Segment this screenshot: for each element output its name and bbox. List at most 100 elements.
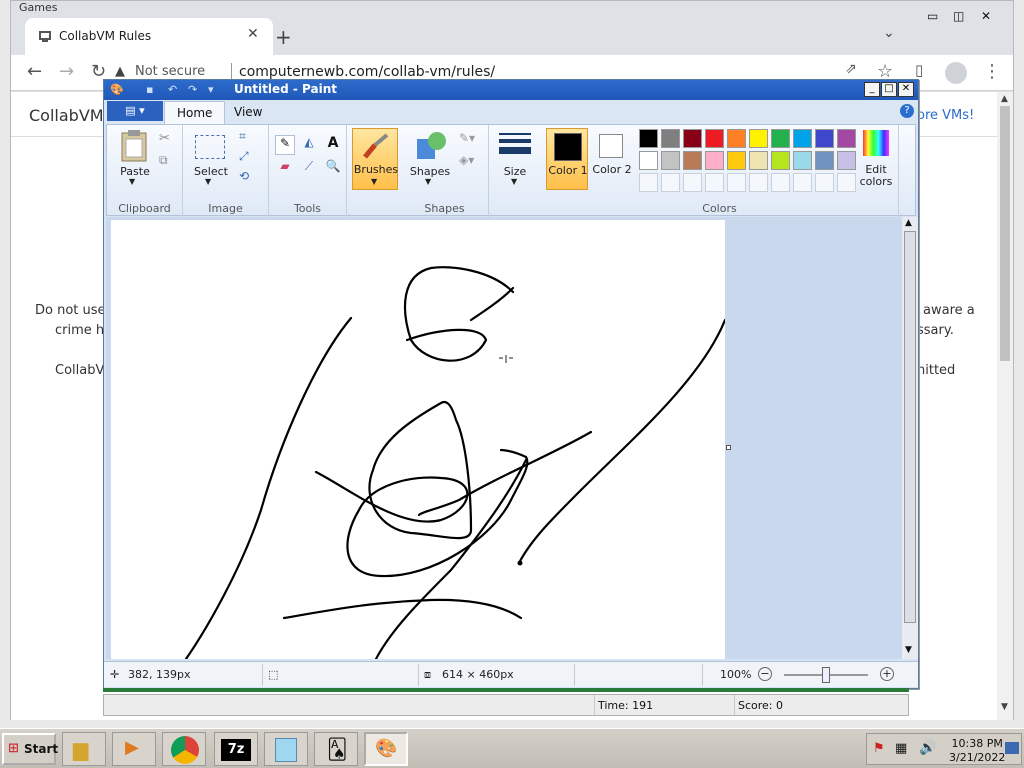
palette-swatch[interactable] [639, 129, 658, 148]
palette-swatch[interactable] [771, 129, 790, 148]
canvas-resize-handle[interactable] [726, 445, 731, 450]
custom-color-slot[interactable] [771, 173, 790, 192]
canvas-vertical-scrollbar[interactable]: ▲ ▼ [902, 217, 918, 659]
color-picker-icon[interactable]: ⟋ [299, 159, 319, 179]
palette-swatch[interactable] [727, 151, 746, 170]
paint-maximize-icon[interactable]: □ [881, 82, 897, 97]
paint-minimize-icon[interactable]: _ [864, 82, 880, 97]
select-dropdown-icon[interactable]: ▼ [205, 177, 211, 186]
paint-close-icon[interactable]: ✕ [898, 82, 914, 97]
network-icon[interactable]: ▦ [895, 741, 907, 756]
custom-color-slot[interactable] [661, 173, 680, 192]
paste-icon[interactable] [119, 129, 149, 163]
undo-icon[interactable]: ↶ [168, 83, 181, 96]
edit-colors-button[interactable]: Edit colors [855, 128, 897, 190]
fill-icon[interactable]: ◭ [299, 135, 319, 155]
7zip-taskbar-button[interactable]: 7z [214, 732, 258, 766]
palette-swatch[interactable] [749, 151, 768, 170]
cut-icon[interactable]: ✂ [159, 131, 170, 146]
palette-swatch[interactable] [815, 129, 834, 148]
restore-icon[interactable]: ◫ [953, 9, 964, 23]
back-icon[interactable]: ← [27, 61, 42, 82]
explorer-taskbar-button[interactable]: ▆ [62, 732, 106, 766]
paint-taskbar-button[interactable]: 🎨 [364, 732, 408, 766]
custom-color-slot[interactable] [815, 173, 834, 192]
customize-quick-access-icon[interactable]: ▾ [208, 83, 221, 96]
clock[interactable]: 10:38 PM 3/21/2022 [949, 737, 1005, 765]
help-icon[interactable]: ? [900, 104, 914, 118]
custom-color-slot[interactable] [705, 173, 724, 192]
magnifier-icon[interactable]: 🔍 [323, 159, 343, 179]
page-scrollbar[interactable]: ▲ ▼ [997, 92, 1013, 720]
new-tab-icon[interactable]: + [275, 25, 292, 49]
palette-swatch[interactable] [661, 151, 680, 170]
size-icon[interactable] [499, 133, 531, 161]
rotate-icon[interactable]: ⟲ [239, 169, 249, 183]
text-icon[interactable]: A [323, 135, 343, 155]
solitaire-taskbar-button[interactable]: 🂡 [314, 732, 358, 766]
outline-icon[interactable]: ✎▾ [459, 131, 475, 145]
palette-swatch[interactable] [793, 151, 812, 170]
custom-color-slot[interactable] [683, 173, 702, 192]
show-desktop-icon[interactable] [1005, 742, 1019, 754]
forward-icon[interactable]: → [59, 61, 74, 82]
tab-close-icon[interactable]: ✕ [247, 26, 259, 42]
fill-shape-icon[interactable]: ◈▾ [459, 153, 474, 167]
palette-swatch[interactable] [749, 129, 768, 148]
palette-swatch[interactable] [815, 151, 834, 170]
custom-color-slot[interactable] [727, 173, 746, 192]
palette-swatch[interactable] [837, 151, 856, 170]
profile-avatar-icon[interactable] [945, 62, 967, 84]
redo-icon[interactable]: ↷ [188, 83, 201, 96]
zoom-in-icon[interactable]: + [880, 667, 894, 681]
browser-tab[interactable]: CollabVM Rules ✕ [25, 18, 273, 55]
custom-color-slot[interactable] [837, 173, 856, 192]
minimize-icon[interactable]: ▭ [927, 9, 938, 23]
palette-swatch[interactable] [705, 151, 724, 170]
warning-icon[interactable]: ▲ [115, 64, 125, 79]
notepad-taskbar-button[interactable] [264, 732, 308, 766]
zoom-slider-thumb[interactable] [822, 667, 830, 683]
palette-swatch[interactable] [683, 129, 702, 148]
canvas-scroll-down-icon[interactable]: ▼ [905, 645, 912, 655]
chrome-taskbar-button[interactable] [162, 732, 206, 766]
size-dropdown-icon[interactable]: ▼ [511, 177, 517, 186]
brushes-button[interactable]: Brushes ▼ [352, 128, 398, 190]
palette-swatch[interactable] [683, 151, 702, 170]
copy-icon[interactable]: ⧉ [159, 153, 168, 168]
shapes-icon[interactable] [413, 129, 447, 163]
quick-save-icon[interactable]: ▪ [146, 83, 159, 96]
start-button[interactable]: ⊞ Start [2, 733, 58, 765]
custom-color-slot[interactable] [793, 173, 812, 192]
tab-search-icon[interactable]: ⌄ [883, 25, 895, 41]
color1-button[interactable]: Color 1 [546, 128, 588, 190]
palette-swatch[interactable] [837, 129, 856, 148]
more-vms-link[interactable]: ore VMs! [917, 108, 974, 123]
drawing-canvas[interactable] [111, 220, 725, 659]
close-icon[interactable]: ✕ [981, 9, 991, 23]
custom-color-slot[interactable] [639, 173, 658, 192]
palette-swatch[interactable] [639, 151, 658, 170]
palette-swatch[interactable] [793, 129, 812, 148]
eraser-icon[interactable]: ▰ [275, 159, 295, 179]
security-icon[interactable]: ⚑ [873, 741, 885, 756]
crop-icon[interactable]: ⌗ [239, 129, 246, 144]
palette-swatch[interactable] [705, 129, 724, 148]
zoom-out-icon[interactable]: − [758, 667, 772, 681]
color2-button[interactable]: Color 2 [591, 128, 633, 190]
share-icon[interactable]: ⇗ [845, 61, 857, 77]
scroll-up-icon[interactable]: ▲ [1001, 94, 1008, 104]
volume-icon[interactable]: 🔊 [919, 740, 936, 756]
select-icon[interactable] [195, 135, 225, 159]
palette-swatch[interactable] [727, 129, 746, 148]
media-player-taskbar-button[interactable]: ▶ [112, 732, 156, 766]
pencil-icon[interactable]: ✎ [275, 135, 295, 155]
custom-color-slot[interactable] [749, 173, 768, 192]
side-panel-icon[interactable]: ▯ [915, 61, 923, 79]
paint-menu-button[interactable]: ▤ ▾ [107, 101, 163, 121]
canvas-scroll-up-icon[interactable]: ▲ [905, 218, 912, 228]
scroll-down-icon[interactable]: ▼ [1001, 702, 1008, 712]
canvas-scroll-thumb[interactable] [904, 231, 916, 623]
palette-swatch[interactable] [771, 151, 790, 170]
palette-swatch[interactable] [661, 129, 680, 148]
